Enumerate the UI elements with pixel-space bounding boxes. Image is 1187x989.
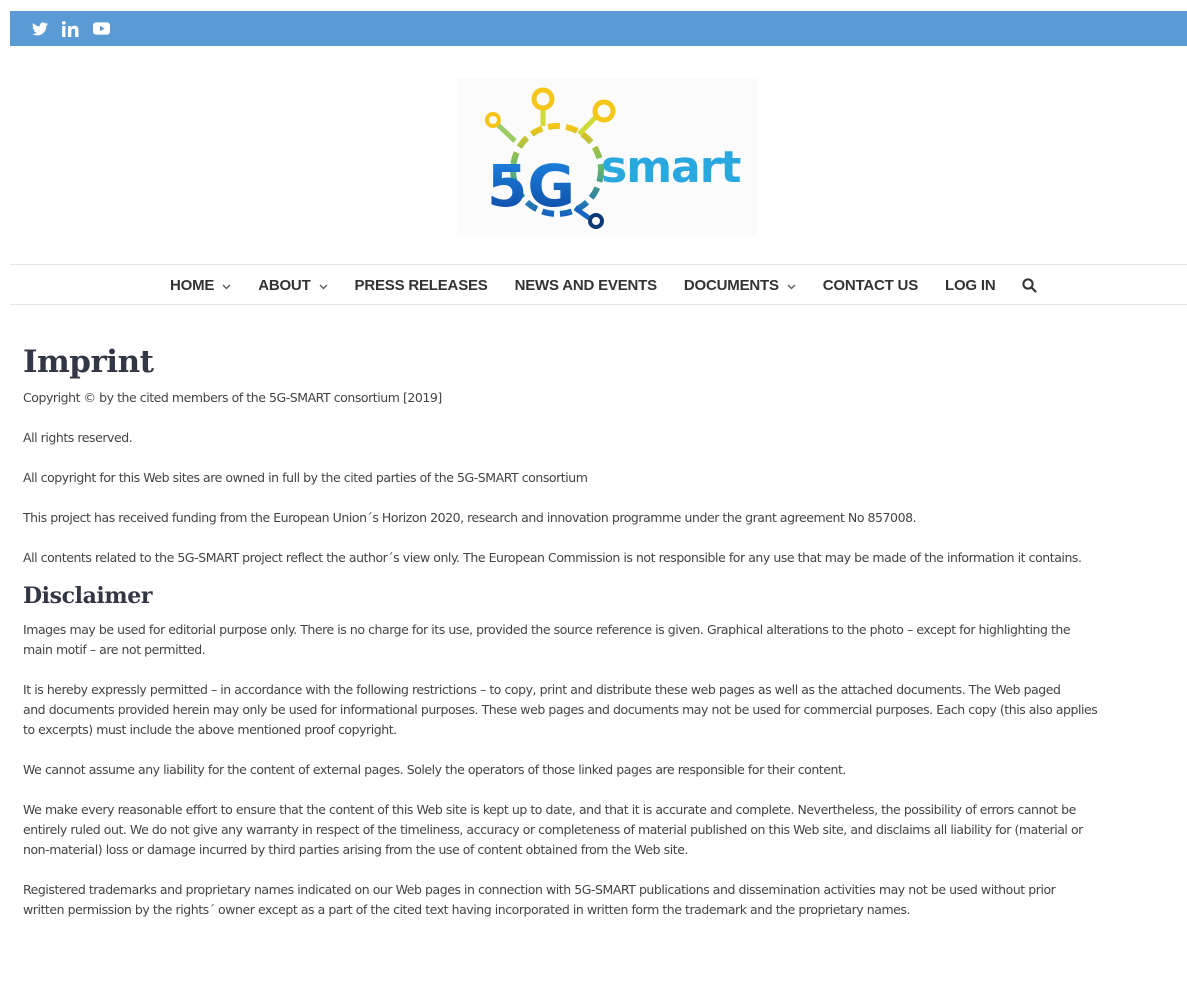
text-line: non-material) loss or damage incurred by…	[23, 842, 688, 857]
nav-label: CONTACT US	[822, 276, 918, 294]
main-content: Imprint Copyright © by the cited members…	[23, 340, 1187, 920]
linkedin-link[interactable]	[55, 11, 86, 46]
twitter-icon	[31, 21, 48, 35]
disclaimer-paragraph: We make every reasonable effort to ensur…	[23, 800, 1187, 860]
main-nav: HOME ABOUT PRESS RELEASES NEWS AND EVENT…	[10, 264, 1187, 305]
nav-item-contact-us[interactable]: CONTACT US	[823, 277, 918, 294]
text-line: Images may be used for editorial purpose…	[23, 622, 1071, 637]
youtube-link[interactable]	[86, 11, 117, 46]
text-line: We cannot assume any liability for the c…	[23, 762, 846, 777]
nav-label: LOG IN	[945, 276, 996, 294]
disclaimer-paragraph: Images may be used for editorial purpose…	[23, 620, 1187, 660]
disclaimer-paragraph: Registered trademarks and proprietary na…	[23, 880, 1187, 920]
disclaimer-heading: Disclaimer	[23, 583, 153, 609]
nav-label: ABOUT	[258, 276, 311, 294]
text-line: and documents provided herein may only b…	[23, 702, 1098, 717]
text-line: entirely ruled out. We do not give any w…	[23, 822, 1083, 837]
text-line: written permission by the rights´ owner …	[23, 902, 911, 917]
imprint-paragraph: This project has received funding from t…	[23, 510, 917, 525]
disclaimer-paragraph: We cannot assume any liability for the c…	[23, 760, 1187, 780]
search-icon	[1022, 277, 1038, 293]
chevron-down-icon	[319, 277, 328, 294]
nav-label: NEWS AND EVENTS	[514, 276, 657, 294]
text-line: Registered trademarks and proprietary na…	[23, 882, 1056, 897]
imprint-paragraph: All contents related to the 5G-SMART pro…	[23, 550, 1082, 565]
imprint-paragraph: Copyright © by the cited members of the …	[23, 390, 442, 405]
text-line: It is hereby expressly permitted – in ac…	[23, 682, 1061, 697]
nav-item-documents[interactable]: DOCUMENTS	[684, 277, 796, 294]
text-line: We make every reasonable effort to ensur…	[23, 802, 1076, 817]
nav-item-press-releases[interactable]: PRESS RELEASES	[355, 277, 488, 294]
linkedin-icon	[62, 20, 79, 37]
disclaimer-paragraph: It is hereby expressly permitted – in ac…	[23, 680, 1187, 740]
text-line: main motif – are not permitted.	[23, 642, 206, 657]
nav-item-home[interactable]: HOME	[170, 277, 231, 294]
nav-item-about[interactable]: ABOUT	[258, 277, 327, 294]
site-logo[interactable]: 5G smart	[457, 78, 757, 236]
nav-label: PRESS RELEASES	[354, 276, 488, 294]
social-bar	[10, 11, 1187, 46]
twitter-link[interactable]	[24, 11, 55, 46]
chevron-down-icon	[787, 277, 796, 294]
imprint-paragraph: All rights reserved.	[23, 430, 133, 445]
youtube-icon	[93, 22, 110, 35]
text-line: to excerpts) must include the above ment…	[23, 722, 397, 737]
search-button[interactable]	[1022, 277, 1038, 293]
nav-label: DOCUMENTS	[683, 276, 779, 294]
logo-smart-text: smart	[601, 142, 741, 193]
nav-item-news-and-events[interactable]: NEWS AND EVENTS	[515, 277, 657, 294]
imprint-paragraph: All copyright for this Web sites are own…	[23, 470, 588, 485]
chevron-down-icon	[222, 277, 231, 294]
page-title: Imprint	[23, 344, 154, 380]
nav-list: HOME ABOUT PRESS RELEASES NEWS AND EVENT…	[170, 265, 1038, 305]
5g-smart-logo: 5G smart	[485, 87, 742, 229]
nav-item-log-in[interactable]: LOG IN	[945, 276, 996, 294]
logo-5g-text: 5G	[487, 152, 575, 220]
nav-label: HOME	[170, 276, 215, 294]
